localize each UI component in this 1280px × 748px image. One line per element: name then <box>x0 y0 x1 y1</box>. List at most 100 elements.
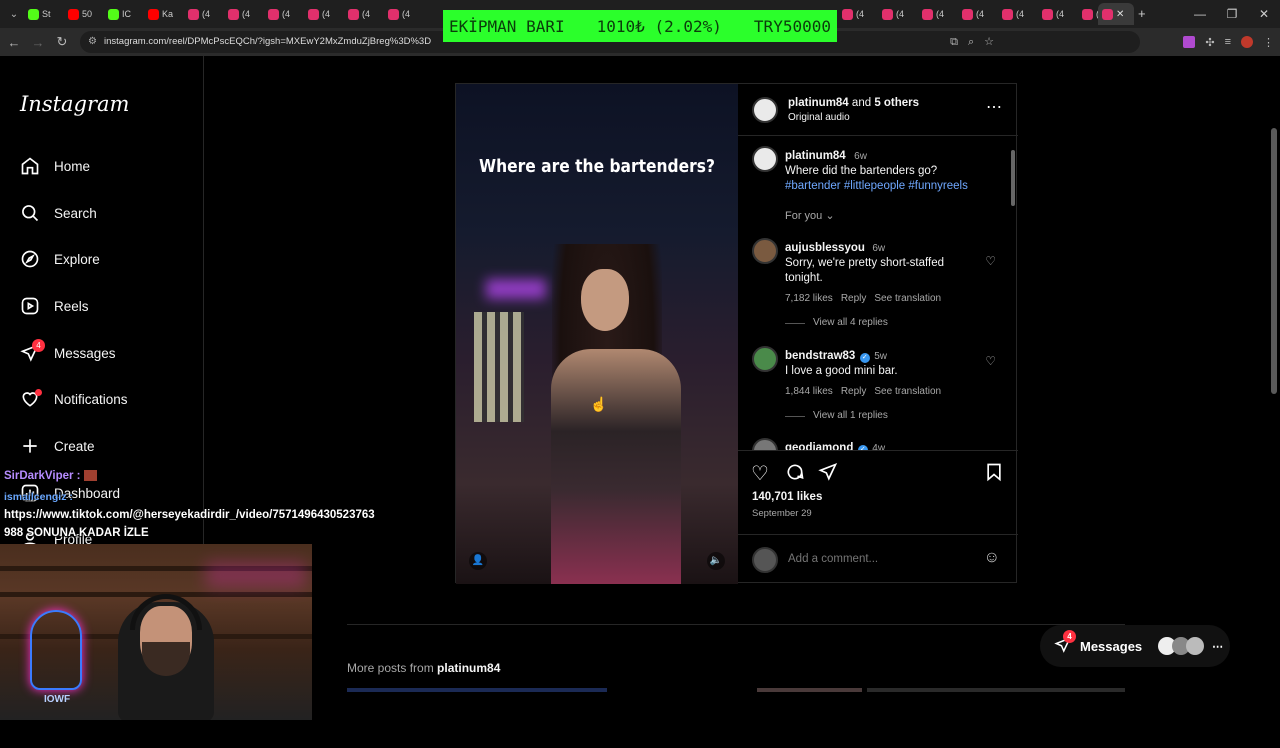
reel-video[interactable]: Where are the bartenders? ☝ 👤 🔈 <box>456 84 738 584</box>
collaborators-link[interactable]: 5 others <box>874 97 919 109</box>
extension-icon[interactable] <box>1183 36 1196 48</box>
sidebar-item-explore[interactable]: Explore <box>20 244 100 274</box>
more-options-icon[interactable]: ⋯ <box>986 97 1002 117</box>
comment-username[interactable]: geodiamond <box>785 442 853 450</box>
like-comment-heart-icon[interactable]: ♡ <box>985 354 996 368</box>
browser-tab[interactable]: St <box>24 3 64 25</box>
chat-link: https://www.tiktok.com/@herseyekadirdir_… <box>4 509 375 521</box>
post-owner-username[interactable]: platinum84 <box>788 97 849 109</box>
view-replies-button[interactable]: View all 1 replies <box>785 410 975 421</box>
reload-icon[interactable]: ↻ <box>50 34 74 50</box>
new-tab-icon[interactable]: + <box>1138 6 1146 21</box>
browser-tab[interactable]: (4 <box>998 3 1038 25</box>
comment-age: 6w <box>872 243 886 254</box>
like-heart-icon[interactable]: ♡ <box>751 461 769 486</box>
tab-label: (4 <box>976 9 985 19</box>
reply-button[interactable]: Reply <box>841 386 867 397</box>
browser-tab[interactable]: (4 <box>1038 3 1078 25</box>
comments-list[interactable]: platinum84 6w Where did the bartenders g… <box>738 136 1018 450</box>
view-replies-button[interactable]: View all 4 replies <box>785 317 975 328</box>
audio-link[interactable]: Original audio <box>788 112 850 123</box>
browser-tab[interactable]: Ka <box>144 3 184 25</box>
neon-logo <box>30 610 82 690</box>
like-comment-heart-icon[interactable]: ♡ <box>985 254 996 268</box>
browser-tab[interactable]: (4 <box>344 3 384 25</box>
comment-likes[interactable]: 7,182 likes <box>785 293 833 304</box>
avatar[interactable] <box>752 146 778 172</box>
maximize-icon[interactable]: ❐ <box>1216 0 1248 28</box>
comment-username[interactable]: bendstraw83 <box>785 350 855 362</box>
browser-tab[interactable]: (4 <box>918 3 958 25</box>
caption-username[interactable]: platinum84 <box>785 150 846 162</box>
open-in-app-icon[interactable]: ⧉ <box>950 31 958 53</box>
for-you-dropdown[interactable]: For you ⌄ <box>785 209 835 222</box>
forward-icon[interactable]: → <box>26 35 50 50</box>
emoji-icon[interactable]: ☺ <box>984 549 1000 567</box>
browser-tab[interactable]: (4 <box>264 3 304 25</box>
comment-username[interactable]: aujusblessyou <box>785 242 865 254</box>
sidebar-item-create[interactable]: Create <box>20 431 95 461</box>
comment-input[interactable] <box>788 549 968 569</box>
see-translation-button[interactable]: See translation <box>874 386 941 397</box>
media-controls-icon[interactable]: ≡ <box>1225 36 1231 48</box>
avatar[interactable] <box>752 438 778 450</box>
comments-scrollbar[interactable] <box>1011 150 1015 206</box>
share-icon[interactable] <box>818 462 838 482</box>
tab-search-icon[interactable]: ⌄ <box>4 9 24 20</box>
messages-pill[interactable]: 4 Messages ⋯ <box>1040 625 1230 667</box>
zoom-icon[interactable]: ⌕ <box>968 31 974 53</box>
save-bookmark-icon[interactable] <box>984 462 1004 482</box>
close-tab-icon[interactable]: ✕ <box>1116 9 1124 20</box>
post-owner-line: platinum84 and 5 others <box>788 97 919 109</box>
more-dots-icon: ⋯ <box>1212 640 1224 653</box>
see-translation-button[interactable]: See translation <box>874 293 941 304</box>
sidebar-item-label: Reels <box>54 298 89 314</box>
avatar[interactable] <box>752 97 778 123</box>
sidebar-item-notifications[interactable]: Notifications <box>20 384 128 414</box>
page-scrollbar[interactable] <box>1270 118 1278 748</box>
tab-active[interactable]: ✕ <box>1098 3 1134 25</box>
instagram-icon <box>962 8 973 20</box>
more-posts-username[interactable]: platinum84 <box>437 661 500 675</box>
page-scrollbar-thumb[interactable] <box>1271 128 1277 394</box>
instagram-logo[interactable]: Instagram <box>20 92 129 116</box>
comment-icon[interactable] <box>785 462 805 482</box>
comment-likes[interactable]: 1,844 likes <box>785 386 833 397</box>
add-comment-bar: ☺ <box>738 534 1018 584</box>
back-icon[interactable]: ← <box>2 35 26 50</box>
site-info-icon[interactable]: ⚙ <box>88 31 97 53</box>
comment-meta: 1,844 likes Reply See translation <box>785 386 975 397</box>
tagged-users-icon[interactable]: 👤 <box>469 552 487 570</box>
avatar[interactable] <box>752 346 778 372</box>
browser-tab[interactable]: (4 <box>384 3 424 25</box>
browser-tab[interactable]: (4 <box>878 3 918 25</box>
sidebar-item-search[interactable]: Search <box>20 198 97 228</box>
sidebar-item-messages[interactable]: 4 Messages <box>20 338 116 368</box>
browser-tab[interactable]: (4 <box>184 3 224 25</box>
browser-tab[interactable]: IC <box>104 3 144 25</box>
reply-button[interactable]: Reply <box>841 293 867 304</box>
sidebar-item-home[interactable]: Home <box>20 151 90 181</box>
browser-tab[interactable]: (4 <box>304 3 344 25</box>
extensions-puzzle-icon[interactable]: ✣ <box>1205 36 1214 49</box>
bookmark-star-icon[interactable]: ☆ <box>984 31 994 53</box>
avatar[interactable] <box>752 238 778 264</box>
close-window-icon[interactable]: ✕ <box>1248 0 1280 28</box>
caption-hashtags[interactable]: #bartender #littlepeople #funnyreels <box>785 179 995 194</box>
instagram-icon <box>922 8 933 20</box>
browser-menu-icon[interactable]: ⋮ <box>1263 36 1274 49</box>
sidebar-item-reels[interactable]: Reels <box>20 291 89 321</box>
profile-avatar-icon[interactable] <box>1241 36 1253 48</box>
browser-tab[interactable]: 50 <box>64 3 104 25</box>
pink-led-glow <box>206 562 306 588</box>
mute-icon[interactable]: 🔈 <box>707 552 725 570</box>
messenger-icon-wrap: 4 <box>1054 629 1076 657</box>
video-caption: Where are the bartenders? <box>479 156 715 177</box>
browser-tab[interactable]: (4 <box>838 3 878 25</box>
reels-icon <box>21 297 39 315</box>
minimize-icon[interactable]: — <box>1184 0 1216 28</box>
browser-tab[interactable]: (4 <box>958 3 998 25</box>
likes-count[interactable]: 140,701 likes <box>752 491 822 503</box>
browser-tab[interactable]: (4 <box>224 3 264 25</box>
k-icon <box>108 8 119 20</box>
